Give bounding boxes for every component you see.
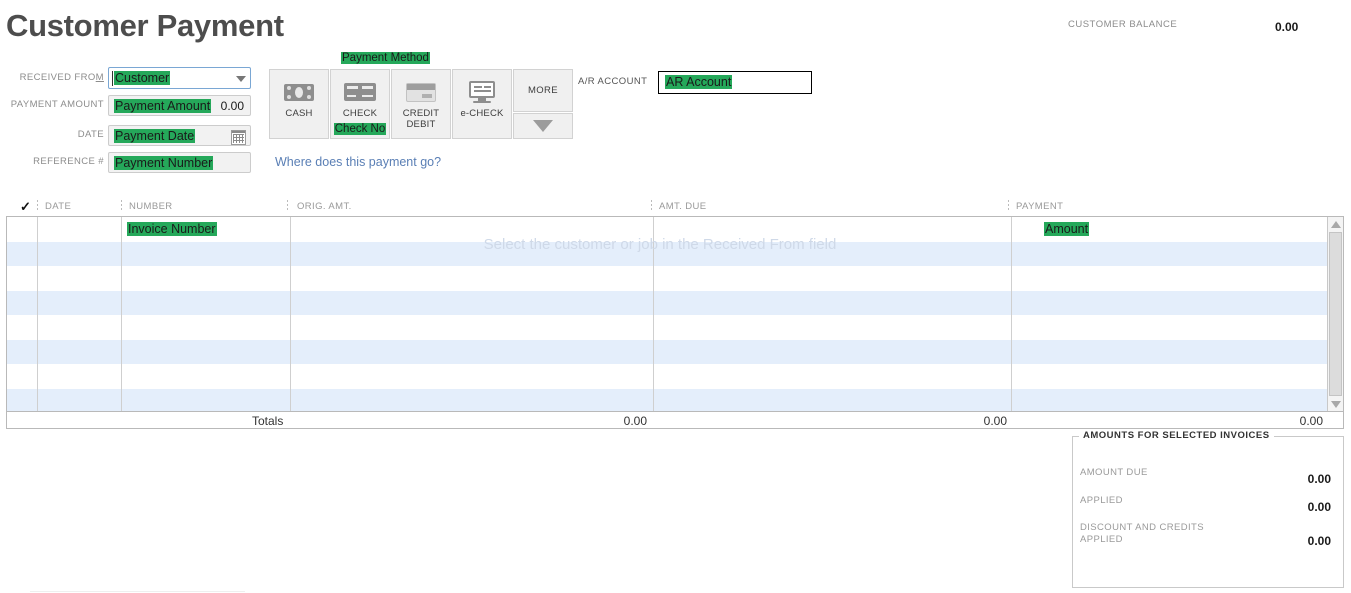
invoice-table[interactable]: Select the customer or job in the Receiv… <box>6 216 1344 412</box>
ar-account-value: AR Account <box>665 75 733 89</box>
totals-orig-amt: 0.00 <box>623 414 647 428</box>
where-does-this-payment-go-link[interactable]: Where does this payment go? <box>275 155 441 169</box>
payment-method-credit-debit-button[interactable]: CREDIT DEBIT <box>391 69 451 139</box>
discount-credits-applied-value: 0.00 <box>1307 534 1331 548</box>
scroll-down-arrow-icon[interactable] <box>1328 397 1343 411</box>
chevron-down-icon[interactable] <box>236 76 246 82</box>
payment-method-credit-debit-label: CREDIT DEBIT <box>402 108 440 130</box>
credit-card-icon <box>406 80 436 104</box>
amounts-for-selected-invoices-panel: AMOUNTS FOR SELECTED INVOICES AMOUNT DUE… <box>1072 430 1344 588</box>
amount-due-label: AMOUNT DUE <box>1080 467 1148 478</box>
amount-due-value: 0.00 <box>1307 472 1331 486</box>
payment-method-echeck-button[interactable]: e-CHECK <box>452 69 512 139</box>
column-header-amt-due[interactable]: AMT. DUE <box>659 201 707 212</box>
table-row[interactable] <box>7 290 1343 315</box>
cash-icon <box>284 80 314 104</box>
page-title: Customer Payment <box>6 8 284 43</box>
ar-account-input[interactable]: AR Account <box>658 71 812 94</box>
payment-amount-label: PAYMENT AMOUNT <box>10 99 104 110</box>
payment-method-check-label: CHECK <box>342 108 378 119</box>
table-row[interactable] <box>7 339 1343 364</box>
check-icon <box>344 80 376 104</box>
payment-date-value: Payment Date <box>114 129 196 143</box>
invoice-number-annotation: Invoice Number <box>127 222 217 236</box>
date-label: DATE <box>77 129 104 140</box>
payment-method-button-group: CASH CHECK Check No CREDIT DEBIT e-CHECK… <box>269 69 573 139</box>
discount-credits-applied-label: DISCOUNT AND CREDITS APPLIED <box>1080 522 1204 545</box>
totals-payment: 0.00 <box>1299 414 1323 428</box>
column-header-check[interactable]: ✓ <box>20 199 31 215</box>
column-divider[interactable] <box>37 200 38 212</box>
totals-amt-due: 0.00 <box>983 414 1007 428</box>
column-divider[interactable] <box>287 200 288 212</box>
applied-value: 0.00 <box>1307 500 1331 514</box>
scrollbar-thumb[interactable] <box>1329 232 1342 396</box>
column-divider[interactable] <box>1008 200 1009 212</box>
customer-balance-label: CUSTOMER BALANCE <box>1068 19 1178 30</box>
empty-table-message: Select the customer or job in the Receiv… <box>483 236 837 253</box>
customer-balance-value: 0.00 <box>1275 20 1299 34</box>
payment-amount-number: 0.00 <box>220 99 244 113</box>
column-header-number[interactable]: NUMBER <box>129 201 173 212</box>
text-caret <box>112 71 113 86</box>
payment-amount-value: Payment Amount <box>114 99 212 113</box>
table-row[interactable] <box>7 364 1343 389</box>
totals-label: Totals <box>252 414 284 428</box>
payment-method-cash-button[interactable]: CASH <box>269 69 329 139</box>
ar-account-label: A/R ACCOUNT <box>578 76 648 87</box>
echeck-monitor-icon <box>469 80 495 104</box>
payment-method-more-button[interactable]: MORE <box>513 69 573 112</box>
invoice-table-header: ✓ DATE NUMBER ORIG. AMT. AMT. DUE PAYMEN… <box>6 199 1344 215</box>
scroll-up-arrow-icon[interactable] <box>1328 217 1343 231</box>
calendar-icon[interactable] <box>231 130 246 145</box>
amounts-panel-title: AMOUNTS FOR SELECTED INVOICES <box>1079 430 1274 441</box>
bottom-divider <box>30 591 245 592</box>
payment-amount-input[interactable]: Payment Amount 0.00 <box>108 95 251 116</box>
column-divider[interactable] <box>121 200 122 212</box>
payment-method-check-button[interactable]: CHECK Check No <box>330 69 390 139</box>
applied-label: APPLIED <box>1080 495 1123 506</box>
reference-value: Payment Number <box>114 156 214 170</box>
payment-method-cash-label: CASH <box>285 108 313 119</box>
payment-method-expand-button[interactable] <box>513 113 573 139</box>
payment-date-input[interactable]: Payment Date <box>108 125 251 146</box>
column-header-date[interactable]: DATE <box>45 201 71 212</box>
table-row[interactable] <box>7 315 1343 340</box>
table-row[interactable] <box>7 266 1343 291</box>
received-from-label: RECEIVED FROM <box>19 72 104 83</box>
payment-method-label: Payment Method <box>341 52 430 64</box>
table-row[interactable] <box>7 388 1343 411</box>
payment-method-echeck-label: e-CHECK <box>460 108 504 119</box>
received-from-dropdown[interactable]: Customer <box>108 67 251 89</box>
column-header-orig-amt[interactable]: ORIG. AMT. <box>297 201 352 212</box>
check-no-annotation: Check No <box>333 123 387 135</box>
payment-method-more-group: MORE <box>513 69 573 139</box>
reference-label: REFERENCE # <box>33 156 104 167</box>
column-divider[interactable] <box>651 200 652 212</box>
column-header-payment[interactable]: PAYMENT <box>1016 201 1063 212</box>
invoice-totals-row: Totals 0.00 0.00 0.00 <box>6 412 1344 429</box>
chevron-down-icon <box>533 120 553 132</box>
reference-number-input[interactable]: Payment Number <box>108 152 251 173</box>
received-from-value: Customer <box>114 71 171 85</box>
payment-amount-annotation: Amount <box>1044 222 1090 236</box>
